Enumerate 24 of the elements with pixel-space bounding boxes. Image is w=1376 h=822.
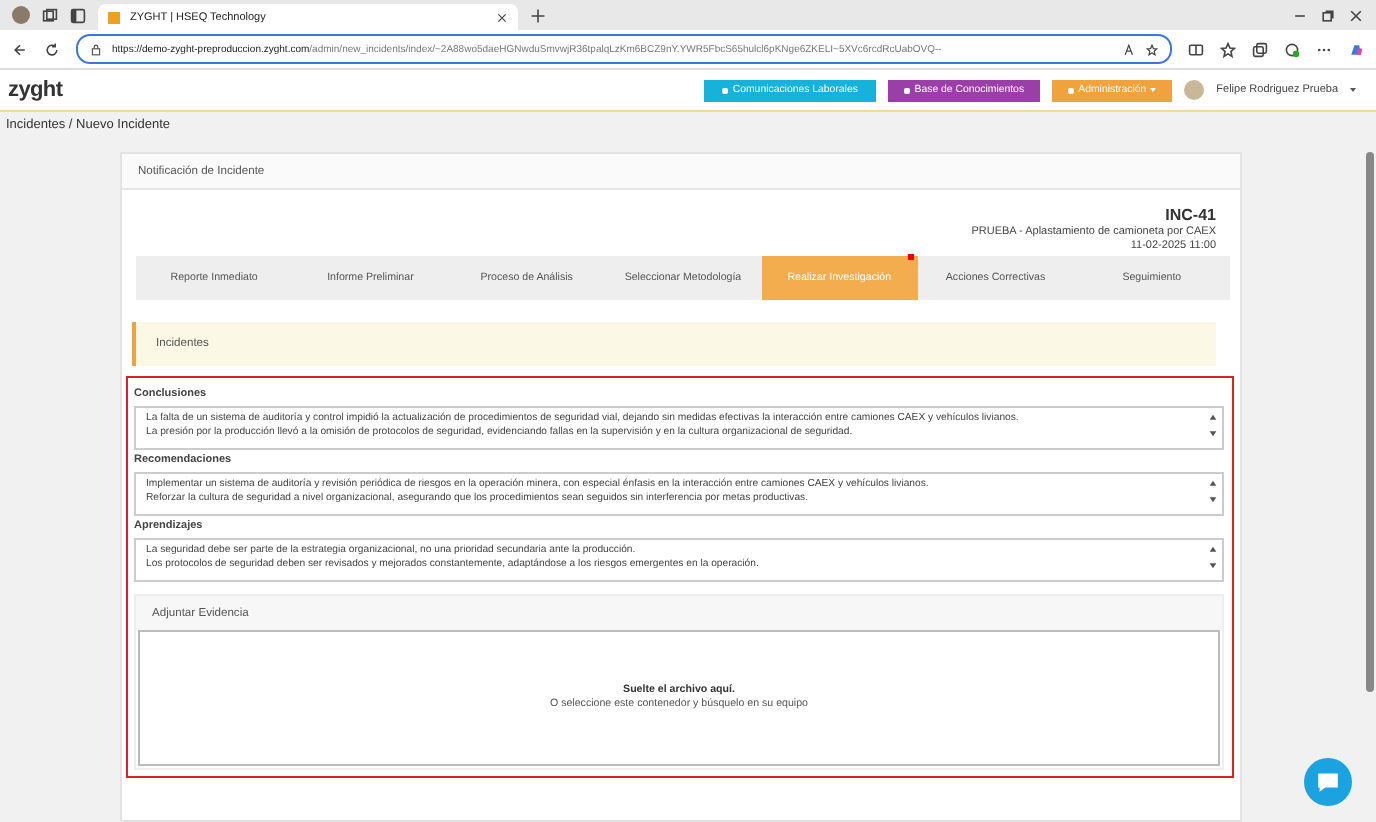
caret-icon[interactable] bbox=[1350, 88, 1356, 92]
caret-icon bbox=[1150, 88, 1157, 92]
chat-icon bbox=[1314, 768, 1342, 796]
collections-icon[interactable] bbox=[1252, 41, 1268, 57]
profile-avatar-icon[interactable] bbox=[12, 6, 30, 24]
refresh-icon[interactable] bbox=[44, 41, 60, 57]
read-aloud-icon[interactable] bbox=[1124, 43, 1136, 55]
incident-code: INC-41 bbox=[1165, 206, 1216, 226]
close-icon[interactable] bbox=[1348, 7, 1364, 23]
logo: zyght bbox=[8, 78, 63, 102]
chat-button[interactable] bbox=[1304, 758, 1352, 806]
star-icon[interactable] bbox=[1146, 43, 1158, 55]
close-icon[interactable] bbox=[496, 11, 508, 23]
site-favicon-icon bbox=[108, 11, 120, 23]
tab-actions-icon[interactable] bbox=[70, 7, 86, 23]
lock-icon bbox=[90, 43, 102, 55]
split-screen-icon[interactable] bbox=[1188, 41, 1204, 57]
workspaces-icon[interactable] bbox=[42, 7, 58, 23]
extension-icon[interactable] bbox=[1284, 41, 1300, 57]
restore-icon[interactable] bbox=[1320, 7, 1336, 23]
favorites-icon[interactable] bbox=[1220, 41, 1236, 57]
back-icon[interactable] bbox=[12, 41, 28, 57]
copilot-icon[interactable] bbox=[1348, 41, 1364, 57]
new-tab-icon[interactable] bbox=[530, 7, 546, 23]
